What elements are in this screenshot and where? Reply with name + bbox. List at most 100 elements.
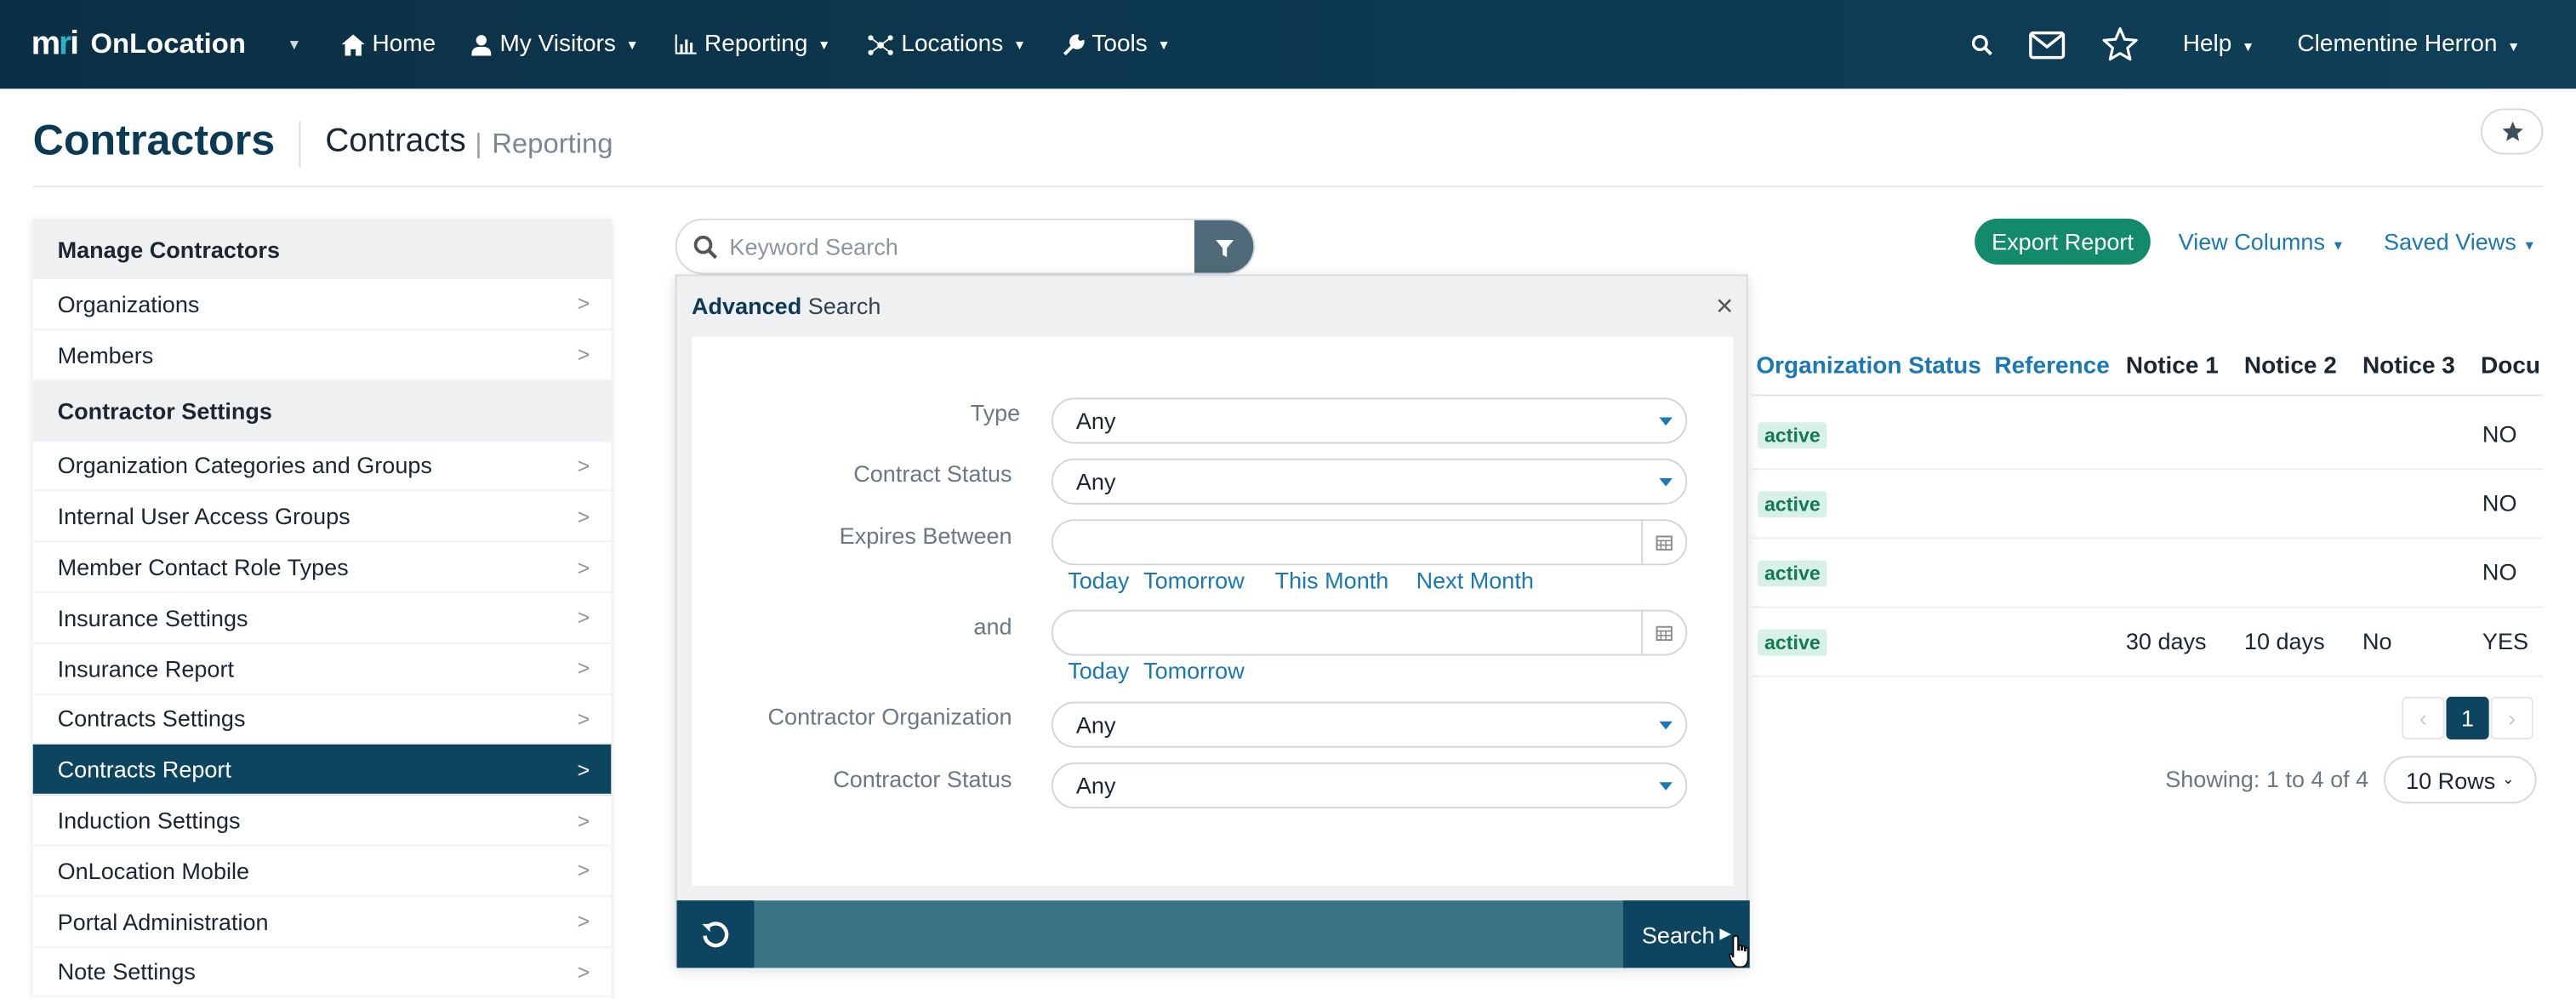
sidebar-item-label: Induction Settings xyxy=(57,807,241,834)
type-select-value: Any xyxy=(1075,407,1116,434)
nav-reporting[interactable]: Reporting ▼ xyxy=(675,31,830,58)
calendar-icon[interactable] xyxy=(1641,611,1685,654)
nav-tools[interactable]: Tools ▼ xyxy=(1063,31,1171,58)
sidebar-item-contracts-report[interactable]: Contracts Report > xyxy=(32,745,612,796)
sidebar-item-member-contact-role-types[interactable]: Member Contact Role Types > xyxy=(32,543,612,594)
nav-reporting-label: Reporting xyxy=(704,31,808,58)
nav-home[interactable]: Home xyxy=(340,31,436,58)
navbar-right: Help ▼ Clementine Herron ▼ xyxy=(1971,0,2576,88)
rows-per-page-dropdown[interactable]: 10 Rows ⌄ xyxy=(2384,756,2537,804)
quick-date-tomorrow[interactable]: Tomorrow xyxy=(1143,567,1245,593)
table-row[interactable]: active 30 days 10 days No YES xyxy=(1751,608,2544,677)
sidebar-item-insurance-settings[interactable]: Insurance Settings > xyxy=(32,593,612,644)
sidebar-item-label: Member Contact Role Types xyxy=(57,553,349,580)
chevron-right-icon: > xyxy=(577,909,590,934)
sidebar-item-label: Note Settings xyxy=(57,958,196,985)
sidebar-item-note-settings[interactable]: Note Settings > xyxy=(32,947,612,998)
chevron-right-icon: > xyxy=(577,453,590,478)
contract-status-label: Contract Status xyxy=(853,460,1012,487)
quick-date-tomorrow[interactable]: Tomorrow xyxy=(1143,657,1245,683)
chevron-down-icon: ▼ xyxy=(2331,238,2345,254)
cell-docu: NO xyxy=(2482,489,2517,517)
pagination-prev[interactable]: ‹ xyxy=(2402,696,2445,740)
cell-notice-2: 10 days xyxy=(2243,627,2325,654)
sidebar-item-organization-categories[interactable]: Organization Categories and Groups > xyxy=(32,442,612,493)
sidebar-item-portal-administration[interactable]: Portal Administration > xyxy=(32,897,612,948)
table-row[interactable]: active NO xyxy=(1751,539,2544,608)
brand-logo[interactable]: mri OnLocation xyxy=(31,0,246,88)
help-menu[interactable]: Help ▼ xyxy=(2183,31,2254,58)
pagination-page-1[interactable]: 1 xyxy=(2446,696,2489,740)
top-navbar: mri OnLocation ▼ Home My Visitors ▼ Repo… xyxy=(0,0,2576,89)
quick-date-today[interactable]: Today xyxy=(1068,657,1129,683)
star-icon[interactable] xyxy=(2100,26,2138,62)
nav-locations[interactable]: Locations ▼ xyxy=(867,31,1026,58)
chevron-down-icon: ▼ xyxy=(625,37,639,52)
cell-notice-1: 30 days xyxy=(2125,627,2207,654)
column-header-notice-2: Notice 2 xyxy=(2243,353,2337,380)
column-header-reference[interactable]: Reference xyxy=(1994,353,2109,380)
saved-views-dropdown[interactable]: Saved Views ▼ xyxy=(2384,228,2536,254)
showing-count: Showing: 1 to 4 of 4 xyxy=(2165,765,2369,792)
table-row[interactable]: active NO xyxy=(1751,401,2544,471)
contract-status-select-value: Any xyxy=(1075,468,1116,495)
calendar-icon[interactable] xyxy=(1641,521,1685,564)
column-header-docu: Docu xyxy=(2480,353,2540,380)
contract-status-select[interactable]: Any xyxy=(1051,458,1688,505)
keyword-search xyxy=(675,218,1256,275)
brand-mark: mri xyxy=(31,25,79,62)
nav-locations-label: Locations xyxy=(901,31,1004,58)
type-select[interactable]: Any xyxy=(1051,397,1688,444)
user-menu[interactable]: Clementine Herron ▼ xyxy=(2297,31,2520,58)
filter-button[interactable] xyxy=(1194,220,1254,273)
status-badge: active xyxy=(1758,560,1827,587)
advanced-search-panel: Advanced Search × Type Any Contract Stat… xyxy=(675,274,1750,968)
chevron-down-icon: ▼ xyxy=(1157,37,1171,52)
keyword-search-input[interactable] xyxy=(729,220,1190,273)
view-columns-dropdown[interactable]: View Columns ▼ xyxy=(2179,228,2345,254)
user-icon xyxy=(471,34,492,55)
advanced-search-title: Advanced Search xyxy=(692,293,881,319)
sidebar-item-induction-settings[interactable]: Induction Settings > xyxy=(32,796,612,847)
sidebar-item-label: Organizations xyxy=(57,290,200,317)
sidebar-item-organizations[interactable]: Organizations > xyxy=(32,279,612,330)
chevron-right-icon: > xyxy=(577,706,590,732)
close-icon[interactable]: × xyxy=(1716,291,1733,321)
saved-views-label: Saved Views xyxy=(2384,228,2516,255)
sidebar-section-title: Contractor Settings xyxy=(32,380,612,442)
type-label: Type xyxy=(970,399,1021,426)
brand-dropdown-caret-icon[interactable]: ▼ xyxy=(287,36,301,52)
sidebar-item-label: Portal Administration xyxy=(57,908,269,935)
expires-from-date-input[interactable] xyxy=(1051,519,1688,566)
chevron-right-icon: > xyxy=(577,756,590,782)
filter-icon xyxy=(1215,238,1234,257)
sidebar-item-internal-user-access-groups[interactable]: Internal User Access Groups > xyxy=(32,492,612,543)
search-icon[interactable] xyxy=(1971,34,1992,55)
export-report-button[interactable]: Export Report xyxy=(1975,218,2151,265)
status-badge: active xyxy=(1758,422,1827,449)
page-header: Contractors Contracts | Reporting xyxy=(32,115,2544,188)
sidebar-item-onlocation-mobile[interactable]: OnLocation Mobile > xyxy=(32,846,612,897)
nav-my-visitors[interactable]: My Visitors ▼ xyxy=(471,31,639,58)
quick-date-this-month[interactable]: This Month xyxy=(1275,567,1389,593)
pagination-next[interactable]: › xyxy=(2490,696,2533,740)
expires-to-date-input[interactable] xyxy=(1051,609,1688,656)
column-header-organization-status[interactable]: Organization Status xyxy=(1756,353,1981,380)
contractor-status-select[interactable]: Any xyxy=(1051,762,1688,809)
reset-button[interactable] xyxy=(676,900,755,968)
sidebar-item-insurance-report[interactable]: Insurance Report > xyxy=(32,644,612,695)
quick-date-next-month[interactable]: Next Month xyxy=(1416,567,1534,593)
contractor-organization-label: Contractor Organization xyxy=(767,703,1012,730)
chevron-down-icon: ▼ xyxy=(818,37,831,52)
table-row[interactable]: active NO xyxy=(1751,470,2544,539)
caret-down-icon xyxy=(1659,721,1673,730)
quick-date-today[interactable]: Today xyxy=(1068,567,1129,593)
chevron-down-icon: ▼ xyxy=(2507,39,2521,54)
contractor-organization-select[interactable]: Any xyxy=(1051,701,1688,748)
sidebar-item-contracts-settings[interactable]: Contracts Settings > xyxy=(32,694,612,745)
search-button-label: Search xyxy=(1641,921,1715,948)
chart-icon xyxy=(675,34,697,54)
sidebar-item-members[interactable]: Members > xyxy=(32,330,612,381)
favorite-button[interactable] xyxy=(2480,108,2544,155)
mail-icon[interactable] xyxy=(2028,30,2065,59)
